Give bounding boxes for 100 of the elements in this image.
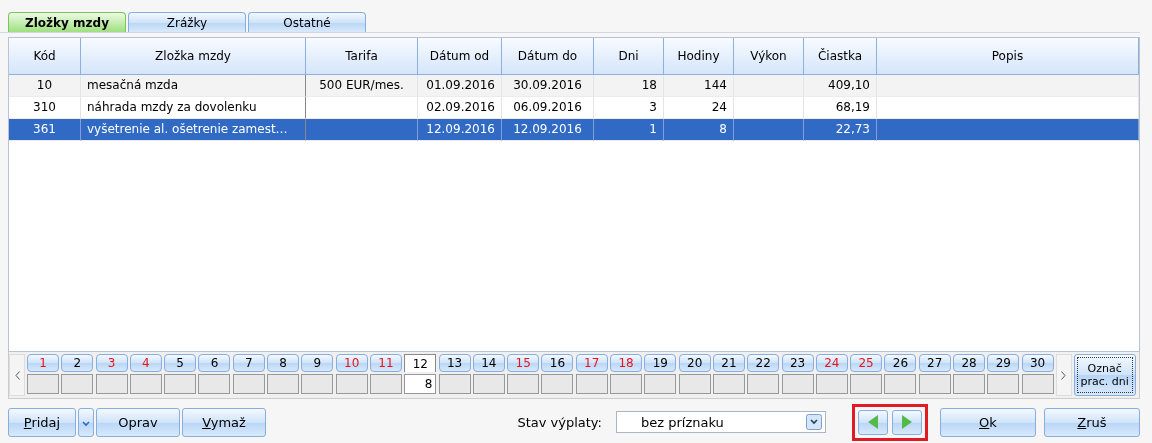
table-cell: mesačná mzda <box>81 75 306 97</box>
day-button[interactable]: 2 <box>61 354 94 372</box>
table-cell: 1 <box>594 119 664 141</box>
day-hours-field[interactable] <box>198 374 231 394</box>
day-button[interactable]: 18 <box>610 354 643 372</box>
day-hours-field[interactable] <box>781 374 814 394</box>
day-button[interactable]: 13 <box>438 354 471 372</box>
previous-button[interactable] <box>858 409 888 435</box>
day-hours-field[interactable] <box>918 374 951 394</box>
day-hours-field[interactable] <box>369 374 402 394</box>
table-cell: 500 EUR/mes. <box>306 75 418 97</box>
column-header[interactable]: Kód <box>9 38 81 75</box>
day-hours-field[interactable] <box>953 374 985 394</box>
day-hours-field[interactable]: 8 <box>404 374 437 394</box>
day-hours-field[interactable] <box>712 374 745 394</box>
next-button[interactable] <box>892 409 922 435</box>
scroll-left-button[interactable] <box>9 354 25 396</box>
column-header[interactable]: Dni <box>594 38 664 75</box>
day-button[interactable]: 25 <box>850 354 883 372</box>
action-button[interactable]: Pridaj <box>8 407 76 437</box>
action-button[interactable]: Oprav <box>96 407 180 437</box>
day-hours-field[interactable] <box>644 374 677 394</box>
table-cell: 409,10 <box>804 75 877 97</box>
table-cell <box>734 75 804 97</box>
day-button[interactable]: 14 <box>472 354 505 372</box>
day-button[interactable]: 21 <box>712 354 745 372</box>
table-cell: 30.09.2016 <box>502 75 594 97</box>
day-button[interactable]: 17 <box>575 354 608 372</box>
day-button[interactable]: 8 <box>267 354 300 372</box>
day-hours-field[interactable] <box>850 374 883 394</box>
day-hours-field[interactable] <box>61 374 94 394</box>
dropdown-value: bez príznaku <box>641 414 724 430</box>
column-header[interactable]: Popis <box>877 38 1139 75</box>
day-button[interactable]: 30 <box>1021 354 1054 372</box>
table-cell <box>734 119 804 141</box>
table-cell: 12.09.2016 <box>418 119 502 141</box>
action-button[interactable]: Ok <box>940 407 1036 437</box>
day-button[interactable]: 15 <box>507 354 540 372</box>
table-cell: 361 <box>9 119 81 141</box>
day-button[interactable]: 3 <box>95 354 128 372</box>
table-cell: 8 <box>664 119 734 141</box>
column-header[interactable]: Hodiny <box>664 38 734 75</box>
day-hours-field[interactable] <box>164 374 197 394</box>
day-hours-field[interactable] <box>232 374 265 394</box>
column-header[interactable]: Dátum od <box>418 38 502 75</box>
day-button[interactable]: 27 <box>918 354 951 372</box>
status-dropdown[interactable]: bez príznaku <box>616 411 826 433</box>
day-button[interactable]: 19 <box>644 354 677 372</box>
table-cell: 144 <box>664 75 734 97</box>
action-button[interactable]: Vymaž <box>182 407 266 437</box>
tab[interactable]: Zrážky <box>128 12 246 32</box>
day-button[interactable]: 5 <box>164 354 197 372</box>
tab[interactable]: Zložky mzdy <box>8 12 126 32</box>
day-hours-field[interactable] <box>541 374 574 394</box>
day-hours-field[interactable] <box>129 374 162 394</box>
day-button[interactable]: 9 <box>301 354 334 372</box>
column-header[interactable]: Dátum do <box>502 38 594 75</box>
day-button[interactable]: 20 <box>678 354 711 372</box>
day-hours-field[interactable] <box>95 374 128 394</box>
day-hours-field[interactable] <box>575 374 608 394</box>
chevron-right-icon <box>1061 370 1067 380</box>
day-hours-field[interactable] <box>472 374 505 394</box>
day-hours-field[interactable] <box>1021 374 1054 394</box>
day-button[interactable]: 29 <box>987 354 1020 372</box>
day-button[interactable]: 26 <box>884 354 917 372</box>
day-button[interactable]: 6 <box>198 354 231 372</box>
table-cell: 10 <box>9 75 81 97</box>
table-cell: 01.09.2016 <box>418 75 502 97</box>
action-button[interactable]: Zruš <box>1044 407 1140 437</box>
column-header[interactable]: Zložka mzdy <box>81 38 306 75</box>
dropdown-button[interactable] <box>78 407 94 437</box>
day-hours-field[interactable] <box>335 374 368 394</box>
status-label: Stav výplaty: <box>517 414 602 430</box>
day-hours-field[interactable] <box>884 374 917 394</box>
tab[interactable]: Ostatné <box>248 12 366 32</box>
day-hours-field[interactable] <box>747 374 780 394</box>
day-hours-field[interactable] <box>27 374 59 394</box>
table-cell: 18 <box>594 75 664 97</box>
column-header[interactable]: Čiastka <box>804 38 877 75</box>
day-button[interactable]: 22 <box>747 354 780 372</box>
day-hours-field[interactable] <box>267 374 300 394</box>
chevron-left-icon <box>14 370 20 380</box>
day-hours-field[interactable] <box>815 374 848 394</box>
day-hours-field[interactable] <box>438 374 471 394</box>
mark-working-days-button[interactable]: Označ prac. dni <box>1073 354 1136 396</box>
day-hours-field[interactable] <box>987 374 1020 394</box>
right-triangle-icon <box>902 415 912 429</box>
day-button[interactable]: 28 <box>953 354 985 372</box>
column-header[interactable]: Výkon <box>734 38 804 75</box>
table-cell: 22,73 <box>804 119 877 141</box>
day-button[interactable]: 16 <box>541 354 574 372</box>
table-cell: 12.09.2016 <box>502 119 594 141</box>
day-hours-field[interactable] <box>301 374 334 394</box>
day-button[interactable]: 12 <box>404 354 437 372</box>
day-hours-field[interactable] <box>610 374 643 394</box>
day-hours-field[interactable] <box>507 374 540 394</box>
day-button[interactable]: 7 <box>232 354 265 372</box>
day-hours-field[interactable] <box>678 374 711 394</box>
column-header[interactable]: Tarifa <box>306 38 418 75</box>
day-button[interactable]: 23 <box>781 354 814 372</box>
